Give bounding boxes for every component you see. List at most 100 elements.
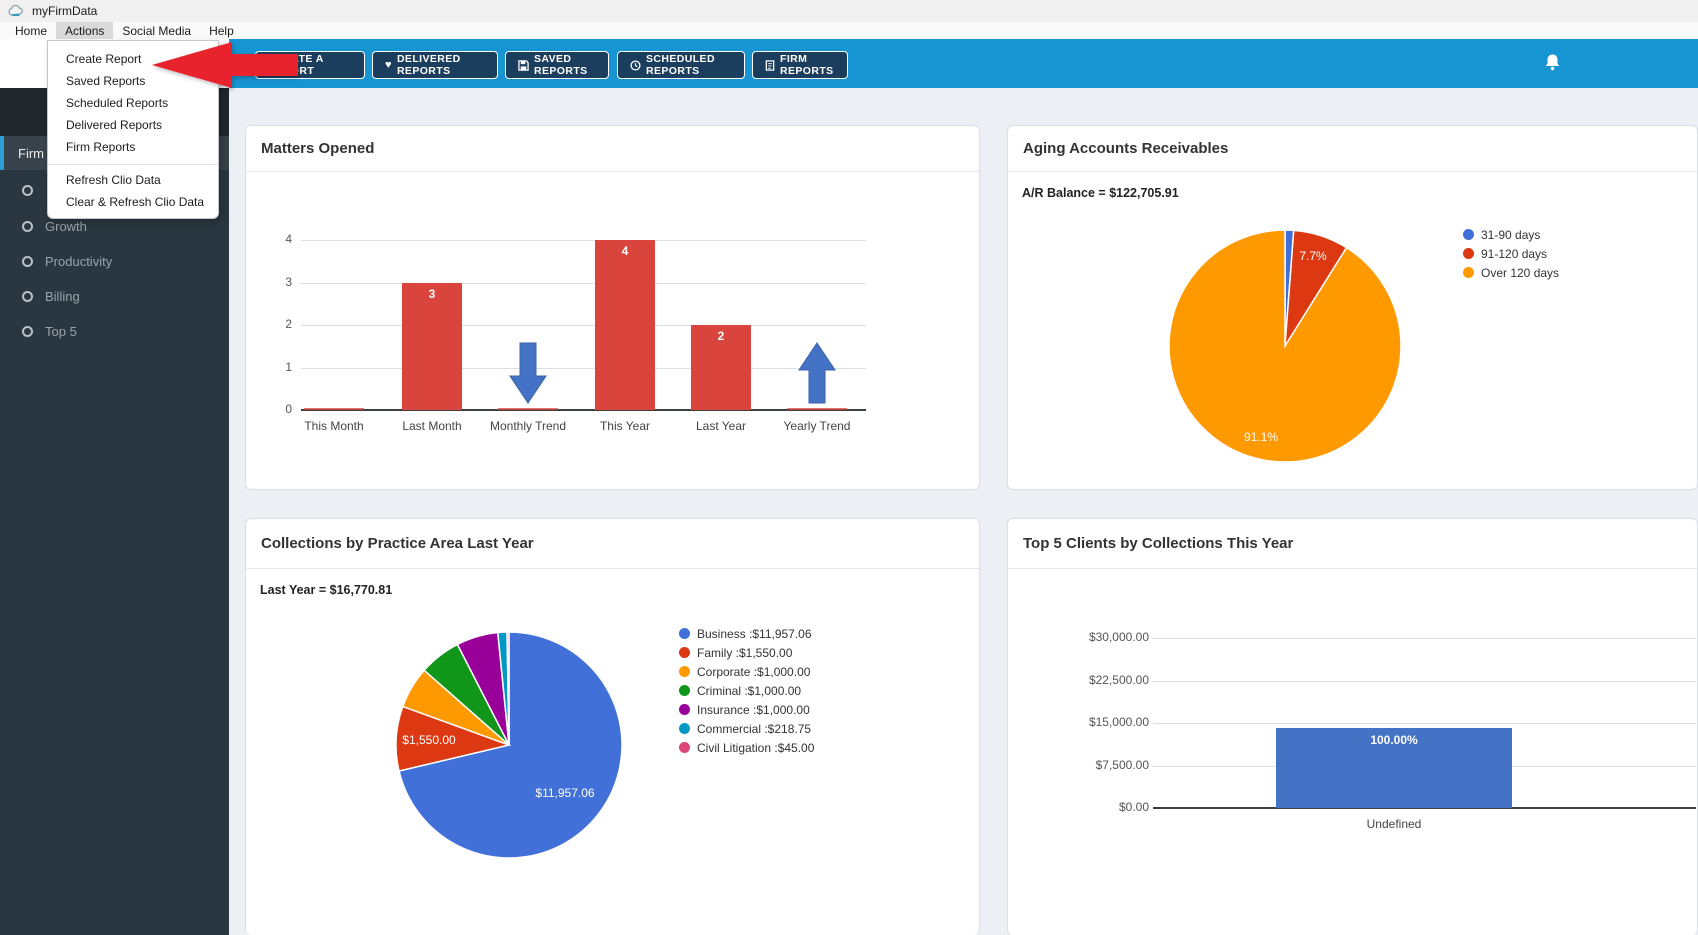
legend-color-dot [679, 704, 690, 715]
saved-reports-button[interactable]: SAVED REPORTS [505, 51, 609, 79]
sidebar-item-top5[interactable]: Top 5 [0, 314, 229, 348]
legend-label: Corporate :$1,000.00 [697, 664, 811, 679]
menu-item-delivered-reports[interactable]: Delivered Reports [48, 114, 218, 136]
gridline [301, 240, 866, 241]
up-trend-arrow-icon [798, 342, 836, 404]
bar-last-month: 3 [402, 282, 462, 410]
menu-item-refresh-clio-data[interactable]: Refresh Clio Data [48, 169, 218, 191]
notifications-bell-icon[interactable] [1544, 53, 1561, 71]
y-axis-tick: 2 [285, 317, 292, 331]
legend-label: Over 120 days [1481, 265, 1560, 280]
scheduled-reports-button[interactable]: SCHEDULED REPORTS [617, 51, 745, 79]
y-axis-tick: 4 [285, 232, 292, 246]
gridline [301, 282, 866, 284]
down-trend-arrow-icon [509, 342, 547, 404]
gridline [1153, 638, 1696, 639]
legend-item: Commercial :$218.75 [679, 719, 814, 738]
gridline [1153, 680, 1696, 682]
firm-reports-button[interactable]: FIRM REPORTS [752, 51, 848, 79]
cloud-app-icon [8, 4, 23, 16]
legend-label: 91-120 days [1481, 246, 1548, 261]
matters-opened-title: Matters Opened [261, 140, 375, 157]
card-aging-receivables: Aging Accounts Receivables A/R Balance =… [1007, 125, 1698, 490]
bar-zero-sliver [787, 408, 847, 410]
x-axis-label: This Month [304, 419, 364, 433]
card-top5-clients: Top 5 Clients by Collections This Year $… [1007, 518, 1698, 935]
menu-separator [48, 164, 218, 165]
menu-actions[interactable]: Actions [56, 22, 114, 40]
pie-slice-label: 91.1% [1243, 430, 1279, 444]
gridline [301, 325, 866, 326]
bar-zero-sliver [304, 408, 364, 410]
legend-label: Civil Litigation :$45.00 [697, 740, 815, 755]
x-axis-label: Yearly Trend [783, 419, 851, 433]
pie-slice-label: $1,550.00 [402, 733, 456, 747]
menu-bar: Home Actions Social Media Help [0, 22, 1698, 40]
y-axis-tick: $15,000.00 [1088, 715, 1149, 729]
legend-color-dot [679, 723, 690, 734]
red-arrow-annotation [152, 42, 298, 88]
card-matters-opened: Matters Opened 4 3 2 1 0 This Month 3 Last Mont… [245, 125, 980, 490]
bar-zero-sliver [498, 408, 558, 410]
clock-icon [630, 59, 641, 71]
delivered-reports-button[interactable]: ♥ DELIVERED REPORTS [372, 51, 498, 79]
report-document-icon [765, 59, 775, 71]
menu-item-firm-reports[interactable]: Firm Reports [48, 136, 218, 158]
legend-label: Family :$1,550.00 [697, 645, 793, 660]
x-axis-label: Monthly Trend [489, 419, 567, 433]
pie-slice-over-120-days [1168, 229, 1402, 463]
legend-label: 31-90 days [1481, 227, 1541, 242]
collections-legend: Business :$11,957.06 Family :$1,550.00 Cor… [679, 624, 814, 757]
menu-item-scheduled-reports[interactable]: Scheduled Reports [48, 92, 218, 114]
sidebar-item-productivity[interactable]: Productivity [0, 244, 229, 278]
legend-label: Insurance :$1,000.00 [697, 702, 810, 717]
aging-legend: 31-90 days 91-120 days Over 120 days [1463, 225, 1559, 282]
menu-item-clear-refresh-clio-data[interactable]: Clear & Refresh Clio Data [48, 191, 218, 213]
menu-social-media[interactable]: Social Media [113, 22, 200, 40]
window-title: myFirmData [32, 4, 98, 18]
legend-color-dot [1463, 267, 1474, 278]
gridline [301, 367, 866, 369]
legend-color-dot [679, 628, 690, 639]
y-axis-tick: 0 [285, 402, 292, 416]
legend-color-dot [679, 685, 690, 696]
legend-item: Insurance :$1,000.00 [679, 700, 814, 719]
heart-icon: ♥ [385, 58, 392, 71]
legend-item: Family :$1,550.00 [679, 643, 814, 662]
aging-receivables-pie [1168, 229, 1402, 463]
top5-clients-chart: $0.00 $7,500.00 $15,000.00 $22,500.00 $30,00… [1008, 519, 1697, 935]
legend-color-dot [1463, 248, 1474, 259]
bar-undefined-client: 100.00% [1276, 727, 1512, 808]
menu-home[interactable]: Home [6, 22, 56, 40]
save-icon [518, 59, 529, 71]
pie-slice-label: $11,957.06 [535, 786, 595, 800]
legend-item: 31-90 days [1463, 225, 1559, 244]
legend-color-dot [679, 666, 690, 677]
legend-color-dot [679, 647, 690, 658]
x-axis-label: Undefined [1366, 817, 1422, 831]
legend-item: Business :$11,957.06 [679, 624, 814, 643]
x-axis-label: Last Month [402, 419, 462, 433]
app-window: myFirmData Home Actions Social Media Hel… [0, 0, 1698, 935]
bar-value-label: 2 [717, 329, 725, 343]
legend-item: 91-120 days [1463, 244, 1559, 263]
collections-pie [395, 631, 623, 859]
circle-bullet-icon [22, 184, 33, 196]
legend-label: Commercial :$218.75 [697, 721, 812, 736]
menu-help[interactable]: Help [200, 22, 243, 40]
circle-bullet-icon [22, 255, 33, 267]
legend-item: Criminal :$1,000.00 [679, 681, 814, 700]
x-axis-label: This Year [599, 419, 651, 433]
y-axis-tick: $0.00 [1118, 800, 1149, 814]
bar-value-label: 4 [621, 244, 629, 258]
y-axis-tick: 1 [285, 359, 292, 374]
pie-slice-label: 7.7% [1299, 249, 1327, 263]
legend-item: Civil Litigation :$45.00 [679, 738, 814, 757]
sidebar-item-billing[interactable]: Billing [0, 279, 229, 313]
legend-item: Over 120 days [1463, 263, 1559, 282]
circle-bullet-icon [22, 325, 33, 337]
y-axis-tick: $30,000.00 [1088, 630, 1149, 644]
y-axis-tick: 3 [285, 274, 292, 289]
legend-color-dot [679, 742, 690, 753]
legend-label: Business :$11,957.06 [697, 626, 812, 641]
